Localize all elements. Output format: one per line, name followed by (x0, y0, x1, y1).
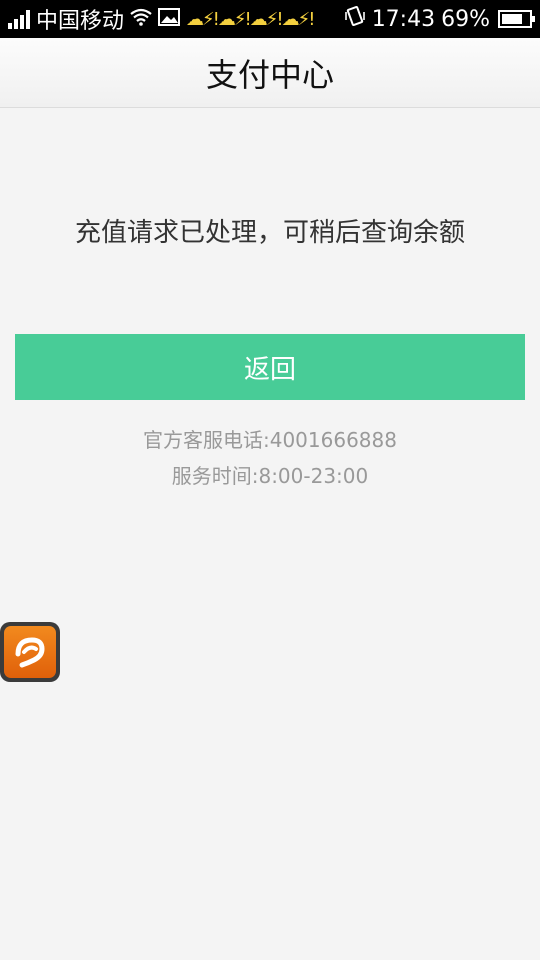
carrier-label: 中国移动 (36, 9, 125, 34)
status-right: 17:43 69% (344, 6, 535, 32)
page-title: 支付中心 (205, 55, 334, 94)
floating-app-button[interactable] (0, 622, 60, 682)
wifi-icon (130, 7, 152, 32)
clock: 17:43 (371, 6, 436, 32)
app-logo-icon (4, 626, 56, 678)
weather-icon: ☁⚡!☁⚡!☁⚡!☁⚡! (186, 8, 315, 30)
status-left: 中国移动 ☁⚡!☁⚡!☁⚡!☁⚡! (8, 3, 344, 35)
image-icon (158, 7, 181, 32)
signal-icon (8, 9, 30, 29)
result-message: 充值请求已处理，可稍后查询余额 (74, 218, 465, 248)
status-bar: 中国移动 ☁⚡!☁⚡!☁⚡!☁⚡! 17:43 69% (0, 0, 540, 38)
battery-percent: 69% (441, 6, 490, 32)
battery-icon (498, 10, 535, 28)
service-hours: 服务时间:8:00-23:00 (171, 464, 369, 488)
vibrate-icon (344, 6, 366, 32)
title-bar: 支付中心 (0, 38, 540, 108)
service-phone: 官方客服电话:4001666888 (143, 428, 397, 452)
back-button[interactable]: 返回 (15, 334, 525, 400)
